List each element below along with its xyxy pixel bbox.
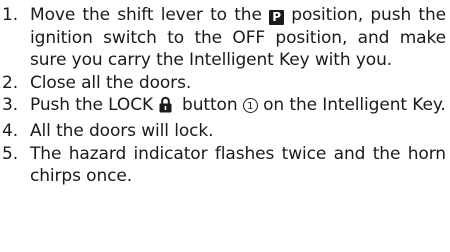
step-number: 2. <box>2 72 19 93</box>
callout-number: 1 <box>242 98 258 114</box>
step-5: 5. The hazard indicator flashes twice an… <box>0 143 450 188</box>
step-number: 4. <box>2 120 19 141</box>
step-number: 3. <box>2 95 19 116</box>
padlock-icon <box>159 96 172 120</box>
step-text: The hazard indicator flashes twice and t… <box>30 143 446 187</box>
step-3: 3. Push the LOCK button 1 on the Intellig… <box>0 94 450 120</box>
step-text: button <box>182 95 243 116</box>
step-4: 4. All the doors will lock. <box>0 120 450 143</box>
instruction-list: 1. Move the shift lever to the P positio… <box>0 0 450 188</box>
step-number: 1. <box>2 5 19 25</box>
step-1: 1. Move the shift lever to the P positio… <box>0 4 450 72</box>
step-text: Move the shift lever to the <box>30 5 270 25</box>
park-position-badge: P <box>269 10 285 25</box>
step-number: 5. <box>2 143 19 164</box>
step-text: Push the LOCK <box>30 95 154 116</box>
step-text: All the doors will lock. <box>30 120 214 141</box>
step-text: Close all the doors. <box>30 72 192 93</box>
step-2: 2. Close all the doors. <box>0 72 450 95</box>
step-text: on the Intelligent Key. <box>257 95 446 116</box>
